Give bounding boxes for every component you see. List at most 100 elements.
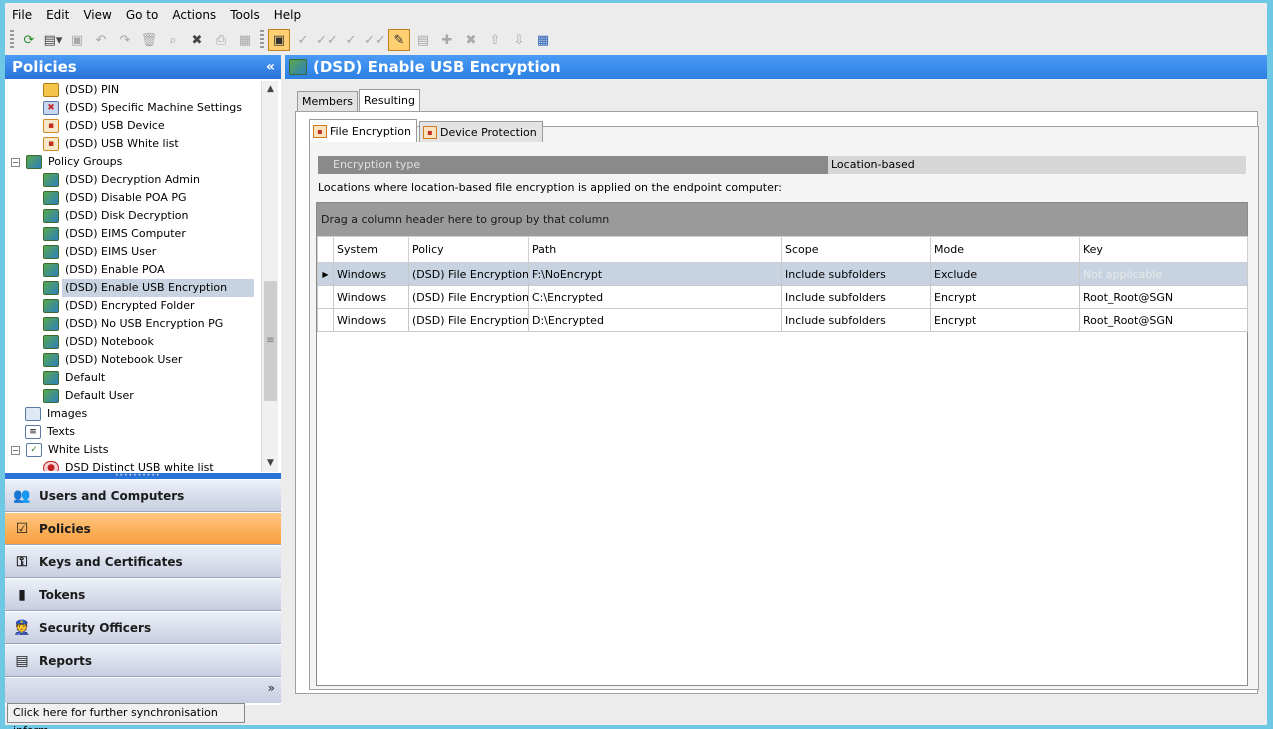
report-icon[interactable]: ▦ (532, 29, 554, 51)
tab-resulting[interactable]: Resulting (358, 89, 420, 111)
scroll-down-icon[interactable]: ▼ (262, 455, 279, 472)
cell-scope[interactable]: Include subfolders (781, 262, 931, 286)
tree-item-pin[interactable]: (DSD) PIN (43, 81, 122, 99)
configure-buttons-icon[interactable]: » (268, 681, 275, 695)
save-icon[interactable]: ▣ (66, 29, 88, 51)
redo-icon[interactable]: ↷ (114, 29, 136, 51)
cell-mode[interactable]: Encrypt (930, 285, 1080, 309)
collapse-panel-icon[interactable]: « (266, 55, 275, 79)
column-header-system[interactable]: System (333, 236, 409, 263)
nav-keys-and-certificates[interactable]: ⚿ Keys and Certificates (5, 546, 281, 578)
move-down-icon[interactable]: ⇩ (508, 29, 530, 51)
group-by-panel[interactable]: Drag a column header here to group by th… (317, 203, 1247, 236)
cell-path[interactable]: D:\Encrypted (528, 308, 782, 332)
tree-item-notebook[interactable]: (DSD) Notebook (43, 333, 157, 351)
tree-item-white-lists[interactable]: − ✓ White Lists (11, 441, 111, 459)
tree-item-enable-usb-encryption[interactable]: (DSD) Enable USB Encryption (43, 279, 254, 297)
tree-item-decryption-admin[interactable]: (DSD) Decryption Admin (43, 171, 203, 189)
cell-key[interactable]: Root_Root@SGN (1079, 308, 1248, 332)
synchronize-icon[interactable]: ⟳ (18, 29, 40, 51)
nav-tokens[interactable]: ▮ Tokens (5, 579, 281, 611)
nav-reports[interactable]: ▤ Reports (5, 645, 281, 677)
tree-item-default[interactable]: Default (43, 369, 108, 387)
find-icon[interactable]: ⌕ (162, 29, 184, 51)
tree-item-images[interactable]: Images (25, 405, 90, 423)
cell-key[interactable]: Root_Root@SGN (1079, 285, 1248, 309)
show-resulting-icon[interactable]: ▣ (268, 29, 290, 51)
check-all-icon[interactable]: ✓✓ (364, 29, 386, 51)
delete-icon[interactable]: 🗑 (138, 29, 160, 51)
menu-actions[interactable]: Actions (165, 5, 223, 25)
cell-key[interactable]: Not applicable (1079, 262, 1248, 286)
tree-item-encrypted-folder[interactable]: (DSD) Encrypted Folder (43, 297, 198, 315)
cell-system[interactable]: Windows (333, 262, 409, 286)
cell-policy[interactable]: (DSD) File Encryption (408, 308, 529, 332)
collapse-node-icon[interactable]: − (11, 445, 20, 455)
cell-path[interactable]: C:\Encrypted (528, 285, 782, 309)
menu-edit[interactable]: Edit (39, 5, 76, 25)
collapse-node-icon[interactable]: − (11, 157, 20, 167)
tab-device-protection[interactable]: ▪ Device Protection (418, 121, 543, 142)
undo-icon[interactable]: ↶ (90, 29, 112, 51)
menu-tools[interactable]: Tools (223, 5, 267, 25)
tree-item-usb-white-list[interactable]: ▪ (DSD) USB White list (43, 135, 182, 153)
add-icon[interactable]: ✚ (436, 29, 458, 51)
cell-scope[interactable]: Include subfolders (781, 308, 931, 332)
tree-item-notebook-user[interactable]: (DSD) Notebook User (43, 351, 185, 369)
menu-view[interactable]: View (76, 5, 118, 25)
nav-policies[interactable]: ☑ Policies (5, 513, 281, 545)
toolbar-grip[interactable] (10, 30, 14, 50)
tab-file-encryption[interactable]: ▪ File Encryption (309, 119, 417, 142)
tree-item-policy-groups[interactable]: − Policy Groups (11, 153, 125, 171)
column-header-policy[interactable]: Policy (408, 236, 529, 263)
tree-item-specific-machine-settings[interactable]: ✖ (DSD) Specific Machine Settings (43, 99, 245, 117)
check-icon[interactable]: ✓ (340, 29, 362, 51)
cell-policy[interactable]: (DSD) File Encryption (408, 262, 529, 286)
approve-icon[interactable]: ✓ (292, 29, 314, 51)
column-header-mode[interactable]: Mode (930, 236, 1080, 263)
tree-item-default-user[interactable]: Default User (43, 387, 137, 405)
cell-system[interactable]: Windows (333, 285, 409, 309)
properties-icon[interactable]: ▤ (412, 29, 434, 51)
move-up-icon[interactable]: ⇧ (484, 29, 506, 51)
column-header-scope[interactable]: Scope (781, 236, 931, 263)
cell-policy[interactable]: (DSD) File Encryption (408, 285, 529, 309)
tree-item-eims-user[interactable]: (DSD) EIMS User (43, 243, 159, 261)
tree-item-no-usb-encryption-pg[interactable]: (DSD) No USB Encryption PG (43, 315, 226, 333)
scroll-up-icon[interactable]: ▲ (262, 81, 279, 98)
nav-security-officers[interactable]: 👮 Security Officers (5, 612, 281, 644)
cell-mode[interactable]: Encrypt (930, 308, 1080, 332)
tree-item-eims-computer[interactable]: (DSD) EIMS Computer (43, 225, 189, 243)
cell-system[interactable]: Windows (333, 308, 409, 332)
scroll-thumb[interactable]: ≡ (264, 281, 277, 401)
sync-status-button[interactable]: Click here for further synchronisation i… (7, 703, 245, 729)
table-row[interactable]: Windows (DSD) File Encryption C:\Encrypt… (317, 285, 1248, 309)
table-row[interactable]: Windows (DSD) File Encryption D:\Encrypt… (317, 308, 1248, 332)
cell-mode[interactable]: Exclude (930, 262, 1080, 286)
new-document-icon[interactable]: ▤▾ (42, 29, 64, 51)
tree-scrollbar[interactable]: ▲ ≡ ▼ (261, 81, 278, 472)
approve-all-icon[interactable]: ✓✓ (316, 29, 338, 51)
toolbar-grip-2[interactable] (260, 30, 264, 50)
remove-icon[interactable]: ✖ (460, 29, 482, 51)
tree-item-distinct-usb-white-list[interactable]: ● DSD Distinct USB white list (43, 459, 217, 471)
menu-file[interactable]: File (5, 5, 39, 25)
cell-scope[interactable]: Include subfolders (781, 285, 931, 309)
menu-help[interactable]: Help (267, 5, 308, 25)
tree-item-enable-poa[interactable]: (DSD) Enable POA (43, 261, 168, 279)
tree-item-texts[interactable]: ≡ Texts (25, 423, 78, 441)
tree-item-disable-poa-pg[interactable]: (DSD) Disable POA PG (43, 189, 190, 207)
menu-goto[interactable]: Go to (119, 5, 166, 25)
panel-splitter[interactable]: •••••••••• (5, 473, 281, 479)
edit-policy-icon[interactable]: ✎ (388, 29, 410, 51)
tree-item-usb-device[interactable]: ▪ (DSD) USB Device (43, 117, 168, 135)
nav-users-and-computers[interactable]: 👥 Users and Computers (5, 480, 281, 512)
cell-path[interactable]: F:\NoEncrypt (528, 262, 782, 286)
tree-item-disk-decryption[interactable]: (DSD) Disk Decryption (43, 207, 192, 225)
remove-user-icon[interactable]: ✖ (186, 29, 208, 51)
tab-members[interactable]: Members (297, 91, 358, 111)
print-preview-icon[interactable]: ▦ (234, 29, 256, 51)
print-icon[interactable]: ⎙ (210, 29, 232, 51)
column-header-path[interactable]: Path (528, 236, 782, 263)
table-row[interactable]: ▶ Windows (DSD) File Encryption F:\NoEnc… (317, 262, 1248, 286)
